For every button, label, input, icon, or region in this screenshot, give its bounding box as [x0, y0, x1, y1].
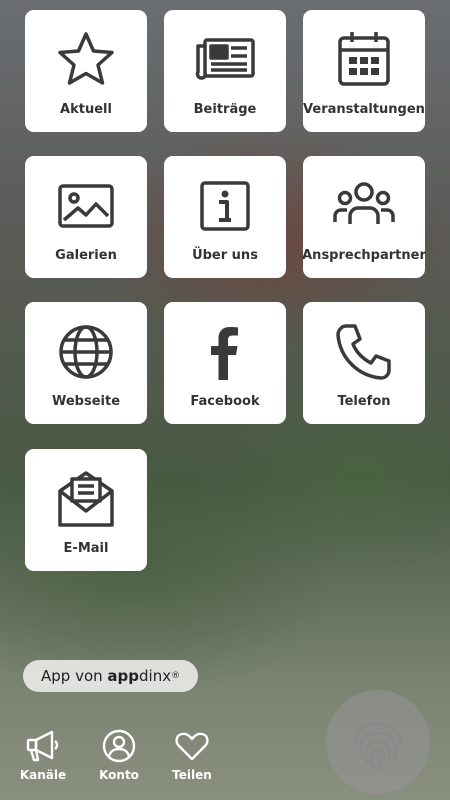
- nav-label: Kanäle: [19, 768, 67, 782]
- tile-aktuell[interactable]: Aktuell: [25, 10, 147, 132]
- account-icon: [102, 729, 136, 763]
- tile-webseite[interactable]: Webseite: [25, 302, 147, 424]
- newspaper-icon: [195, 38, 255, 80]
- tile-telefon[interactable]: Telefon: [303, 302, 425, 424]
- tile-label: Beiträge: [193, 102, 257, 117]
- people-icon: [333, 182, 395, 224]
- info-icon: [200, 181, 250, 231]
- tile-label: Über uns: [192, 248, 258, 263]
- branding-prefix: App von: [41, 667, 108, 685]
- star-icon: [58, 32, 114, 85]
- tile-label: Telefon: [337, 394, 391, 409]
- branding-brand-bold: app: [107, 667, 140, 685]
- nav-label: Teilen: [172, 768, 212, 782]
- globe-icon: [59, 325, 113, 379]
- image-icon: [58, 184, 114, 228]
- fingerprint-button[interactable]: [326, 690, 430, 794]
- tile-label: Aktuell: [60, 102, 112, 117]
- calendar-icon: [338, 32, 390, 86]
- tile-beitraege[interactable]: Beiträge: [164, 10, 286, 132]
- facebook-icon: [211, 327, 238, 380]
- phone-icon: [336, 324, 391, 380]
- nav-label: Konto: [99, 768, 139, 782]
- tile-label: E-Mail: [63, 541, 109, 556]
- tile-label: Facebook: [190, 394, 260, 409]
- appdinx-branding-pill[interactable]: App von app dinx ®: [23, 660, 199, 692]
- nav-teilen[interactable]: Teilen: [167, 728, 217, 782]
- tile-email[interactable]: E-Mail: [25, 449, 147, 571]
- fingerprint-icon: [353, 721, 403, 771]
- tile-facebook[interactable]: Facebook: [164, 302, 286, 424]
- tile-ansprechpartner[interactable]: Ansprechpartner: [302, 156, 426, 278]
- email-icon: [58, 471, 114, 527]
- tile-galerien[interactable]: Galerien: [25, 156, 147, 278]
- tile-label: Ansprechpartner: [302, 248, 426, 263]
- tile-label: Galerien: [55, 248, 117, 263]
- branding-brand-rest: dinx: [139, 667, 172, 685]
- tile-veranstaltungen[interactable]: Veranstaltungen: [303, 10, 425, 132]
- tile-ueber-uns[interactable]: Über uns: [164, 156, 286, 278]
- tile-label: Webseite: [51, 394, 121, 409]
- nav-kanaele[interactable]: Kanäle: [18, 728, 68, 782]
- registered-mark: ®: [171, 671, 181, 681]
- tile-label: Veranstaltungen: [303, 102, 425, 117]
- heart-icon: [175, 732, 209, 761]
- nav-konto[interactable]: Konto: [94, 728, 144, 782]
- megaphone-icon: [26, 730, 59, 762]
